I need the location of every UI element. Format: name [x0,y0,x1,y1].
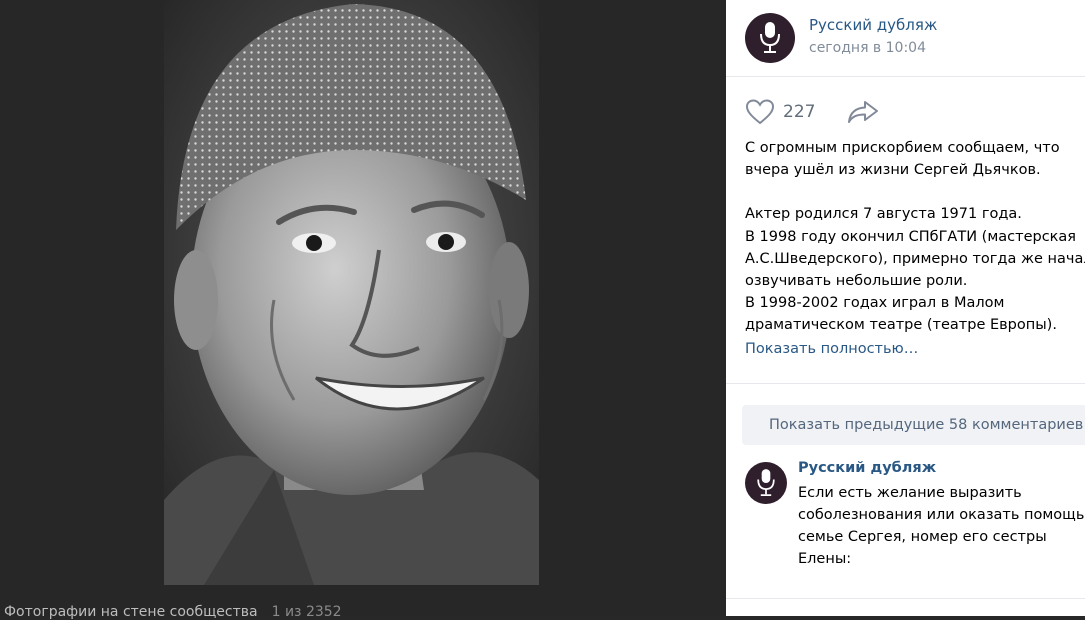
share-button[interactable] [847,100,879,124]
post-text-line: В 1998 году окончил СПбГАТИ (мастерская [745,228,1077,245]
comment-text-line: семье Сергея, номер его сестры [798,529,1047,545]
microphone-icon [760,22,780,53]
portrait-image [164,0,539,585]
post-photo[interactable] [164,0,539,585]
comment-text-line: соболезнования или оказать помощь [798,507,1085,523]
post-author[interactable]: Русский дубляж [809,16,937,34]
post-header: Русский дубляж сегодня в 10:04 [726,0,1085,77]
post-text-line: В 1998-2002 годах играл в Малом [745,295,1005,312]
post-text-line: Актер родился 7 августа 1971 года. [745,206,1022,223]
post-panel: Русский дубляж сегодня в 10:04 227 С огр… [726,0,1085,616]
post-text: С огромным прискорбием сообщаем, что вче… [745,137,1085,337]
post-text-line: С огромным прискорбием сообщаем, что [745,140,1060,156]
divider [726,598,1085,599]
comment-author[interactable]: Русский дубляж [798,460,936,476]
post-time[interactable]: сегодня в 10:04 [809,40,926,56]
comment-text-line: Если есть желание выразить [798,485,1022,501]
divider [726,383,1085,384]
comment-text: Если есть желание выразить соболезновани… [798,482,1085,570]
album-label[interactable]: Фотографии на стене сообщества [4,604,258,620]
photo-viewer: Фотографии на стене сообщества 1 из 2352 [0,0,726,620]
comment-text-line: Елены: [798,551,852,567]
like-button[interactable]: 227 [745,99,815,125]
post-text-line: озвучивать небольшие роли. [745,273,968,290]
viewer-footer: Фотографии на стене сообщества 1 из 2352 [4,604,342,620]
share-arrow-icon [848,101,879,123]
like-count: 227 [783,102,816,122]
post-text-line: А.С.Шведерского), примерно тогда же нача… [745,250,1085,267]
microphone-icon [757,469,775,496]
comment-avatar[interactable] [745,462,787,504]
photo-counter: 1 из 2352 [271,604,342,620]
heart-icon [745,99,775,125]
show-previous-comments-button[interactable]: Показать предыдущие 58 комментариев [742,405,1085,445]
community-avatar[interactable] [745,13,795,63]
post-text-line: драматическом театре (театре Европы). [745,317,1057,334]
post-actions: 227 [745,98,879,126]
show-more-link[interactable]: Показать полностью… [745,341,918,357]
post-text-line: вчера ушёл из жизни Сергей Дьячков. [745,162,1041,179]
